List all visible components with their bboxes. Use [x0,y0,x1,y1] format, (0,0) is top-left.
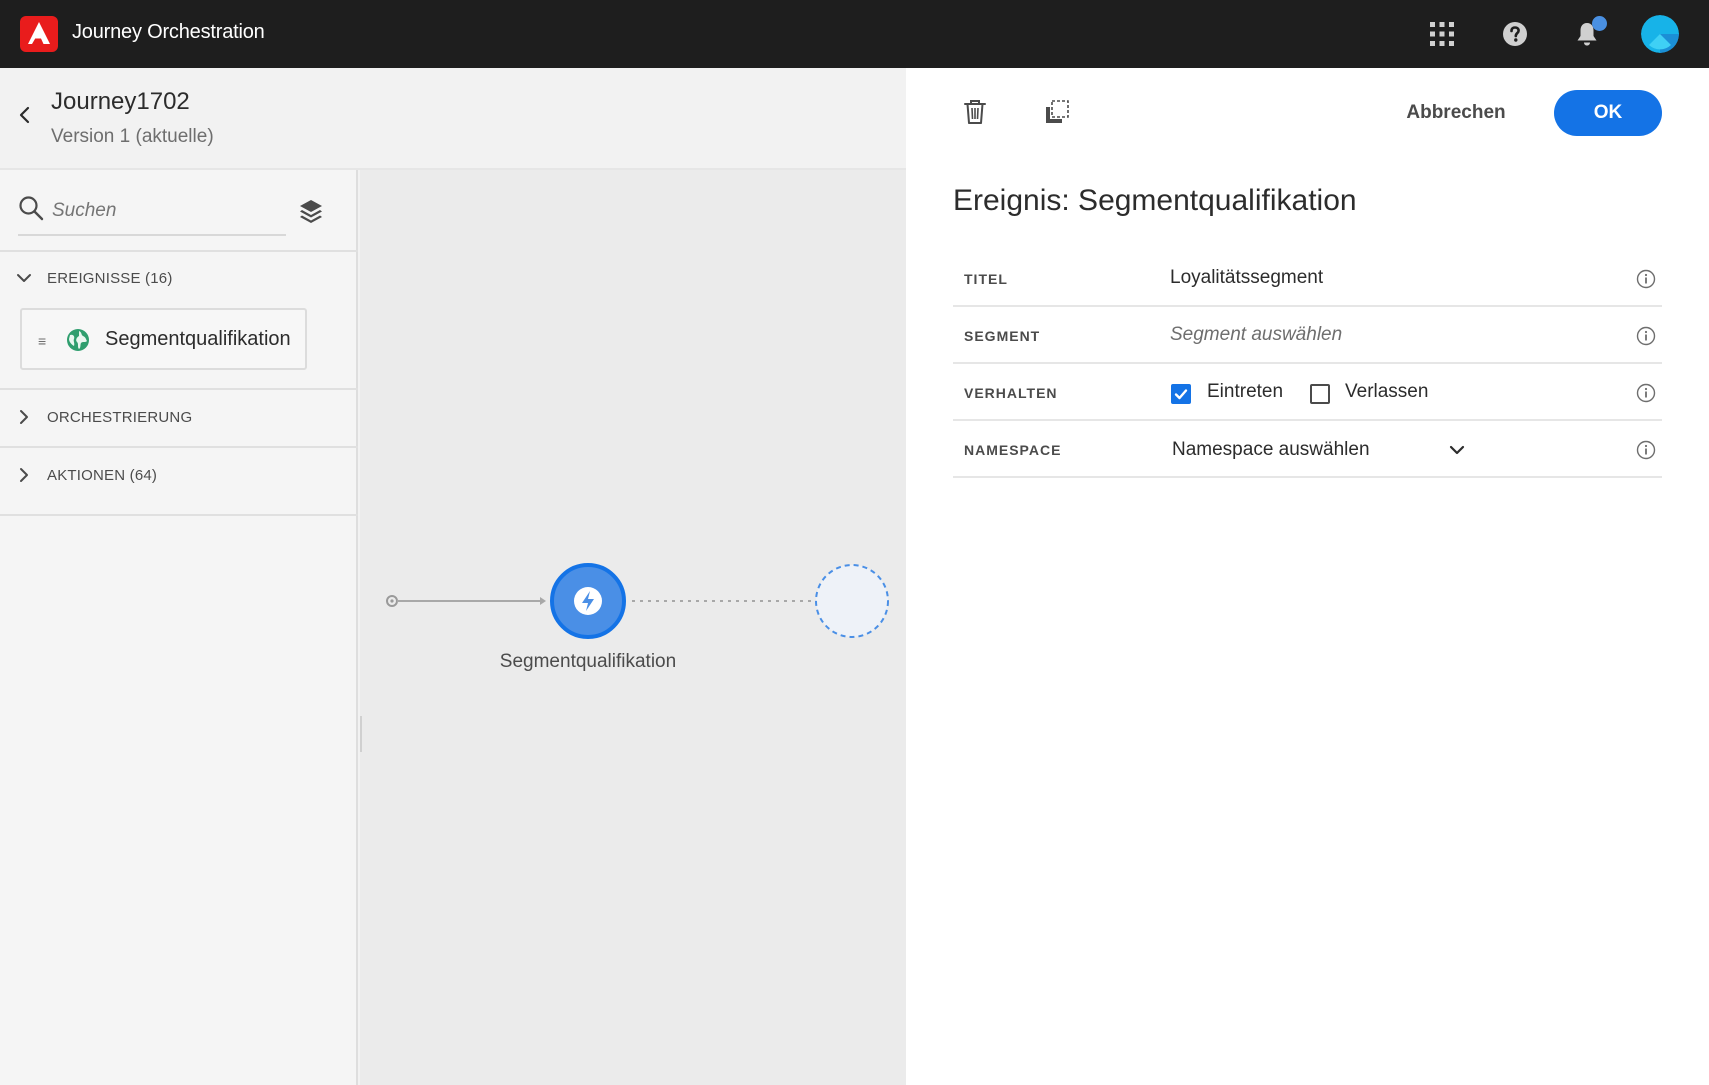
titel-label: TITEL [964,271,1008,287]
journey-canvas[interactable]: Segmentqualifikation [360,170,906,1085]
panel-title: Ereignis: Segmentqualifikation [953,184,1357,217]
form-row-namespace: NAMESPACE Namespace auswählen [953,421,1662,478]
trash-icon[interactable] [962,98,988,126]
duplicate-icon[interactable] [1043,98,1071,126]
category-orchestration-label: ORCHESTRIERUNG [47,408,193,426]
exit-label[interactable]: Verlassen [1345,381,1428,403]
form-row-segment: SEGMENT Segment auswählen [953,307,1662,364]
back-chevron-icon[interactable] [14,104,36,126]
drag-handle-icon[interactable]: ≡ [38,333,46,349]
segment-picker[interactable]: Segment auswählen [1170,324,1342,346]
properties-panel [906,68,1709,1085]
titel-input[interactable]: Loyalitätssegment [1170,267,1323,289]
search-underline [18,234,286,236]
journey-flow [386,563,889,639]
adobe-logo-icon[interactable] [20,16,58,52]
info-icon[interactable] [1636,326,1656,346]
category-events[interactable]: EREIGNISSE (16) [0,258,358,298]
cancel-button[interactable]: Abbrechen [1396,96,1516,130]
search-input[interactable] [52,196,284,226]
segment-label: SEGMENT [964,328,1041,344]
enter-label[interactable]: Eintreten [1207,381,1283,403]
app-title[interactable]: Journey Orchestration [72,21,265,44]
sidebar-divider [0,446,358,448]
help-icon[interactable] [1497,16,1533,52]
category-orchestration[interactable]: ORCHESTRIERUNG [0,397,358,437]
exit-checkbox[interactable] [1310,384,1330,404]
category-actions[interactable]: AKTIONEN (64) [0,455,358,495]
namespace-dropdown[interactable]: Namespace auswählen [1172,439,1370,461]
placeholder-node[interactable] [815,564,889,638]
form-row-titel: TITEL Loyalitätssegment [953,250,1662,307]
event-node-label: Segmentqualifikation [499,651,677,672]
category-actions-label: AKTIONEN (64) [47,466,158,484]
chevron-right-icon [20,468,28,482]
journey-version[interactable]: Version 1 (aktuelle) [51,126,214,148]
event-node[interactable] [550,563,626,639]
namespace-label: NAMESPACE [964,442,1062,458]
layers-icon[interactable] [298,197,324,223]
category-events-label: EREIGNISSE (16) [47,269,173,287]
enter-checkbox[interactable] [1171,384,1191,404]
chevron-down-icon [17,274,31,282]
chevron-right-icon [20,410,28,424]
search-icon [18,195,44,221]
verhalten-label: VERHALTEN [964,385,1058,401]
user-avatar[interactable] [1641,15,1679,53]
sidebar-divider [0,514,358,516]
journey-title[interactable]: Journey1702 [51,88,190,116]
sidebar-divider [0,388,358,390]
event-item-label: Segmentqualifikation [105,328,291,350]
sidebar-divider [0,250,358,252]
info-icon[interactable] [1636,383,1656,403]
resize-handle[interactable] [360,716,366,752]
chevron-down-icon[interactable] [1447,440,1467,460]
info-icon[interactable] [1636,269,1656,289]
apps-grid-icon[interactable] [1424,16,1460,52]
globe-icon [66,328,90,352]
ok-button[interactable]: OK [1554,90,1662,136]
form-row-verhalten: VERHALTEN Eintreten Verlassen [953,364,1662,421]
checkmark-icon [1174,389,1188,400]
info-icon[interactable] [1636,440,1656,460]
top-bar: Journey Orchestration [0,0,1709,68]
notification-badge [1592,16,1607,31]
